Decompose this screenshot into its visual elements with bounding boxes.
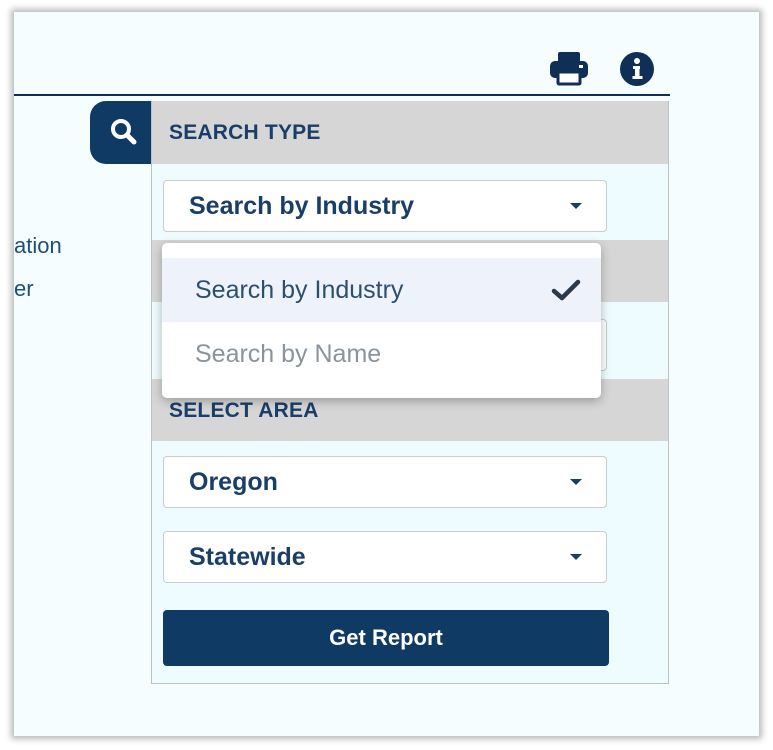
dropdown-option-label: Search by Industry (195, 276, 404, 304)
search-type-heading: SEARCH TYPE (152, 101, 668, 164)
checkmark-icon (551, 279, 581, 301)
left-nav-text-1[interactable]: ation (14, 233, 89, 259)
left-nav-text-2[interactable]: er (14, 276, 54, 302)
dropdown-option-label: Search by Name (195, 340, 382, 368)
area-region-value: Statewide (189, 543, 306, 571)
search-icon (111, 119, 137, 145)
info-circle-icon[interactable] (618, 51, 656, 87)
get-report-button[interactable]: Get Report (163, 610, 609, 666)
area-state-value: Oregon (189, 468, 278, 496)
search-type-dropdown-menu: Search by Industry Search by Name (162, 243, 601, 398)
chevron-down-icon (570, 554, 582, 560)
area-region-select[interactable]: Statewide (163, 531, 607, 583)
chevron-down-icon (570, 479, 582, 485)
area-state-select[interactable]: Oregon (163, 456, 607, 508)
search-type-select[interactable]: Search by Industry (163, 180, 607, 232)
dropdown-option-industry[interactable]: Search by Industry (162, 258, 601, 322)
search-tab[interactable] (90, 101, 152, 164)
dropdown-option-name[interactable]: Search by Name (162, 322, 601, 386)
header-divider (14, 94, 670, 96)
chevron-down-icon (570, 203, 582, 209)
printer-icon[interactable] (548, 50, 590, 86)
search-type-value: Search by Industry (189, 192, 415, 220)
